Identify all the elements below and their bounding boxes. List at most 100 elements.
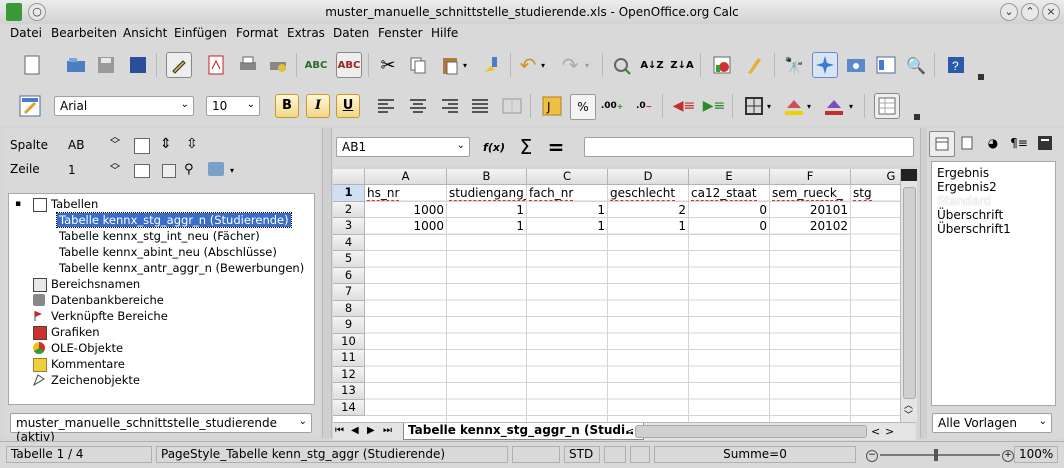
- row-header[interactable]: 9: [333, 317, 365, 334]
- function-icon[interactable]: =: [544, 135, 568, 159]
- contents-icon[interactable]: [134, 164, 150, 178]
- font-size-field[interactable]: 10 ⌄: [206, 96, 260, 116]
- currency-format-icon[interactable]: J: [540, 94, 564, 118]
- scroll-down-icon[interactable]: ﹀: [904, 408, 913, 421]
- cell-c1[interactable]: fach_nr: [527, 185, 608, 202]
- next-sheet-icon[interactable]: ▶: [367, 425, 375, 436]
- page-style-indicator[interactable]: PageStyle_Tabelle kenn_stg_aggr (Studier…: [156, 446, 508, 463]
- cell-f2[interactable]: 20101: [770, 202, 851, 218]
- menu-format[interactable]: Format: [236, 26, 278, 40]
- menu-extras[interactable]: Extras: [287, 26, 325, 40]
- cell-b1[interactable]: studiengang_: [447, 185, 527, 202]
- sheet-indicator[interactable]: Tabelle 1 / 4: [6, 446, 152, 463]
- row-header[interactable]: 6: [333, 268, 365, 284]
- tree-item-sheet-4[interactable]: Tabelle kennx_antr_aggr_n (Bewerbungen): [59, 261, 304, 275]
- cell-b3[interactable]: 1: [447, 218, 527, 235]
- column-header-e[interactable]: E: [689, 169, 770, 185]
- tree-grafiken[interactable]: Grafiken: [51, 325, 100, 339]
- cell-c3[interactable]: 1: [527, 218, 608, 235]
- bold-button[interactable]: B: [275, 94, 299, 118]
- tree-item-sheet-3[interactable]: Tabelle kennx_abint_neu (Abschlüsse): [59, 245, 277, 259]
- cell-e1[interactable]: ca12_staat: [689, 185, 770, 202]
- copy-icon[interactable]: [406, 53, 430, 77]
- row-header[interactable]: 8: [333, 301, 365, 317]
- cell-c2[interactable]: 1: [527, 202, 608, 218]
- first-sheet-icon[interactable]: ⏮: [335, 425, 344, 436]
- last-sheet-icon[interactable]: ⏭: [383, 425, 392, 436]
- cell-e2[interactable]: 0: [689, 202, 770, 218]
- redo-icon[interactable]: ↷: [558, 53, 582, 77]
- merge-cells-icon[interactable]: [500, 94, 524, 118]
- update-style-icon[interactable]: [1033, 131, 1057, 155]
- save-icon[interactable]: [94, 53, 118, 77]
- cell-styles-icon[interactable]: [929, 131, 955, 157]
- zoom-slider-track[interactable]: [880, 454, 1000, 456]
- selection-mode[interactable]: STD: [564, 446, 600, 463]
- font-color-dropdown-icon[interactable]: ▾: [846, 94, 856, 118]
- tree-datenbankbereiche[interactable]: Datenbankbereiche: [51, 293, 164, 307]
- tree-root-tabellen[interactable]: Tabellen: [51, 197, 98, 211]
- spellcheck-icon[interactable]: ABC: [304, 53, 328, 77]
- formula-input[interactable]: [584, 137, 914, 157]
- navigator-splitter[interactable]: [322, 128, 332, 438]
- cell-g1[interactable]: stg: [851, 185, 900, 202]
- column-header-f[interactable]: F: [770, 169, 851, 185]
- decrease-indent-icon[interactable]: ◀≡: [672, 94, 696, 118]
- cell-d1[interactable]: geschlecht: [608, 185, 689, 202]
- align-left-icon[interactable]: [374, 94, 398, 118]
- font-name-field[interactable]: Arial ⌄: [54, 96, 194, 116]
- data-range-icon[interactable]: [134, 138, 150, 154]
- find-replace-icon[interactable]: 🔭: [782, 53, 806, 77]
- style-item[interactable]: Ergebnis2: [937, 180, 997, 194]
- zoom-slider-thumb[interactable]: [934, 449, 938, 461]
- cell-a2[interactable]: 1000: [365, 202, 447, 218]
- page-styles-icon[interactable]: [955, 131, 979, 155]
- tree-item-sheet-2[interactable]: Tabelle kennx_stg_int_neu (Fächer): [59, 229, 260, 243]
- menu-datei[interactable]: Datei: [10, 26, 42, 40]
- start-icon[interactable]: ⇕: [160, 136, 172, 152]
- underline-button[interactable]: U: [336, 94, 360, 118]
- toolbar-overflow-icon[interactable]: [914, 114, 920, 120]
- background-color-dropdown-icon[interactable]: ▾: [804, 94, 814, 118]
- cell-a1[interactable]: hs_nr: [365, 185, 447, 202]
- chart-icon[interactable]: [710, 53, 734, 77]
- row-header[interactable]: 14: [333, 400, 365, 416]
- style-item[interactable]: Überschrift: [937, 208, 1003, 222]
- menu-hilfe[interactable]: Hilfe: [431, 26, 458, 40]
- add-decimal-icon[interactable]: .00 +: [600, 94, 624, 118]
- prev-sheet-icon[interactable]: ◀: [351, 425, 359, 436]
- column-header-c[interactable]: C: [527, 169, 608, 185]
- column-header-g[interactable]: G: [851, 169, 900, 185]
- scroll-left-icon[interactable]: <: [871, 425, 880, 438]
- cell-d2[interactable]: 2: [608, 202, 689, 218]
- end-icon[interactable]: ⇳: [186, 136, 198, 152]
- row-header[interactable]: 7: [333, 284, 365, 301]
- drag-mode-icon[interactable]: [208, 162, 224, 176]
- cell-f3[interactable]: 20102: [770, 218, 851, 235]
- zoom-in-icon[interactable]: +: [1002, 450, 1014, 462]
- row-header[interactable]: 4: [333, 235, 365, 251]
- borders-icon[interactable]: [742, 94, 766, 118]
- row-header[interactable]: 2: [333, 202, 365, 218]
- sum-indicator[interactable]: Summe=0: [654, 446, 856, 463]
- column-header-a[interactable]: A: [365, 169, 447, 185]
- navigator-icon[interactable]: [812, 52, 838, 78]
- align-center-icon[interactable]: [406, 94, 430, 118]
- drag-mode-dropdown-icon[interactable]: ▾: [230, 166, 234, 175]
- horizontal-scroll-thumb[interactable]: [635, 425, 867, 438]
- scroll-left-icon[interactable]: <: [625, 425, 634, 438]
- row-header[interactable]: 5: [333, 251, 365, 268]
- draw-functions-icon[interactable]: [742, 53, 766, 77]
- print-icon[interactable]: [236, 53, 260, 77]
- row-header[interactable]: 12: [333, 367, 365, 383]
- zoom-out-icon[interactable]: −: [866, 450, 878, 462]
- column-header-b[interactable]: B: [447, 169, 527, 185]
- new-document-icon[interactable]: [20, 53, 44, 77]
- borders-dropdown-icon[interactable]: ▾: [764, 94, 774, 118]
- menu-daten[interactable]: Daten: [333, 26, 369, 40]
- scenarios-icon[interactable]: ⚲: [184, 162, 194, 177]
- collapse-icon[interactable]: ▪: [15, 199, 21, 209]
- justify-icon[interactable]: [468, 94, 492, 118]
- row-spinner[interactable]: ︿ ﹀: [110, 159, 120, 177]
- style-filter-select[interactable]: Alle Vorlagen ⌄: [932, 413, 1052, 433]
